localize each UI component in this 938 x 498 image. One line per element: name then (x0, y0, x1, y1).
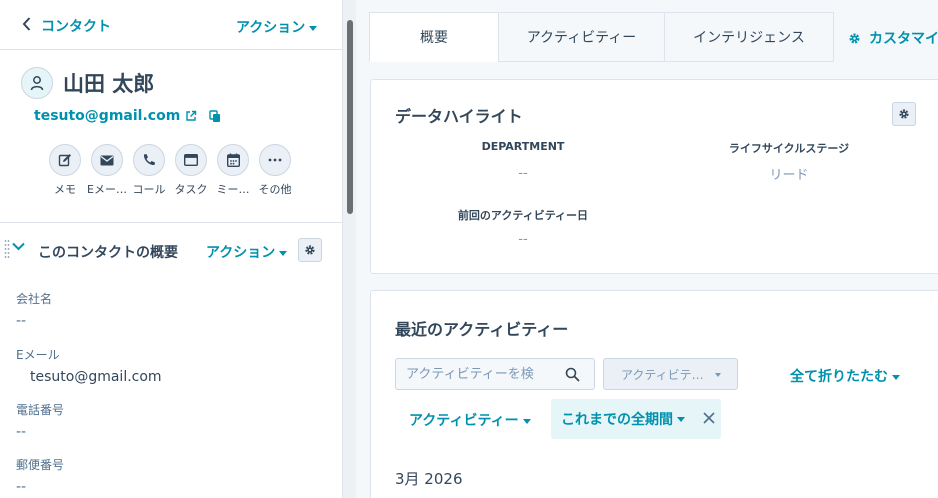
more-icon (268, 158, 282, 162)
chevron-left-icon (22, 17, 31, 35)
property-label: 郵便番号 (16, 458, 65, 472)
action-email-label: Eメー… (87, 183, 127, 196)
highlight-lifecycle-label: ライフサイクルステージ (728, 142, 850, 155)
note-edit-icon (58, 154, 71, 167)
copy-icon[interactable] (209, 109, 221, 123)
activity-search-input[interactable] (406, 365, 556, 383)
timeline-month-label: 3月 2026 (395, 470, 463, 488)
highlight-department-label: DEPARTMENT (481, 140, 565, 153)
customize-label: カスタマイ (869, 31, 938, 47)
phone-icon (143, 154, 155, 166)
property-label: 会社名 (16, 292, 53, 306)
calendar-icon (226, 153, 240, 167)
search-icon[interactable] (565, 367, 580, 382)
action-more-button[interactable]: その他 (254, 144, 296, 197)
action-call-button[interactable]: コール (128, 144, 170, 197)
top-actions-dropdown[interactable]: アクション (236, 17, 318, 37)
quick-actions: メモ Eメー… コール タスク ミー… その他 (44, 144, 296, 197)
activity-type-select[interactable]: アクティビテ… (603, 358, 738, 390)
record-tabs: 概要 アクティビティー インテリジェンス (369, 12, 834, 62)
section-actions-dropdown[interactable]: アクション (206, 242, 288, 262)
contact-sidebar: コンタクト アクション 山田 太郎 tesuto@gmail.com メモ Eメ… (0, 0, 342, 498)
contact-name: 山田 太郎 (63, 72, 155, 96)
action-more-label: その他 (258, 183, 292, 196)
action-meeting-label: ミー… (216, 183, 250, 196)
property-phone[interactable]: 電話番号 -- (16, 401, 64, 440)
external-link-icon[interactable] (185, 110, 197, 122)
caret-down-icon (715, 373, 721, 377)
customize-button[interactable]: カスタマイ (848, 28, 938, 48)
contact-email-link[interactable]: tesuto@gmail.com (34, 108, 180, 124)
sidebar-top-bar: コンタクト アクション (0, 0, 342, 50)
collapse-all-label: 全て折りたたむ (790, 369, 888, 385)
tab-overview[interactable]: 概要 (369, 12, 499, 62)
highlight-last-activity-label: 前回のアクティビティー日 (457, 209, 589, 222)
data-highlights-title: データハイライト (395, 107, 523, 126)
action-task-label: タスク (174, 183, 208, 196)
property-email[interactable]: Eメール tesuto@gmail.com (16, 346, 162, 385)
caret-down-icon (279, 250, 288, 256)
gear-icon (899, 109, 909, 119)
contact-email-row: tesuto@gmail.com (34, 108, 221, 124)
activity-search-box (395, 358, 595, 390)
property-value: tesuto@gmail.com (30, 369, 162, 385)
highlight-lifecycle-value: リード (769, 168, 809, 183)
drag-handle-icon[interactable] (4, 239, 10, 261)
task-icon (184, 154, 198, 166)
property-value: -- (16, 424, 27, 440)
caret-down-icon (677, 416, 685, 422)
action-email-button[interactable]: Eメー… (86, 144, 128, 197)
email-icon (100, 155, 114, 165)
tab-intelligence[interactable]: インテリジェンス (664, 12, 834, 62)
avatar (21, 67, 53, 99)
property-value: -- (16, 313, 27, 329)
close-icon[interactable] (703, 412, 715, 424)
period-filter-label: これまでの全期間 (561, 412, 673, 428)
person-icon (30, 76, 44, 91)
property-company[interactable]: 会社名 -- (16, 290, 52, 329)
section-actions-label: アクション (206, 245, 276, 261)
collapse-all-dropdown[interactable]: 全て折りたたむ (790, 366, 900, 386)
property-postal-code[interactable]: 郵便番号 -- (16, 456, 64, 495)
section-settings-button[interactable] (298, 238, 322, 262)
caret-down-icon (309, 25, 318, 31)
about-section-title[interactable]: このコンタクトの概要 (38, 242, 178, 262)
about-section-header: このコンタクトの概要 アクション (0, 236, 342, 264)
sidebar-divider (0, 222, 342, 223)
activity-type-select-value: アクティビテ… (621, 367, 704, 382)
activity-filter-dropdown[interactable]: アクティビティー (409, 410, 531, 430)
data-highlights-card: データハイライト DEPARTMENT -- ライフサイクルステージ リード 前… (370, 79, 938, 274)
action-call-label: コール (132, 183, 166, 196)
chevron-down-icon[interactable] (12, 242, 25, 251)
action-note-button[interactable]: メモ (44, 144, 86, 197)
property-label: 電話番号 (16, 403, 65, 417)
property-label: Eメール (16, 348, 60, 362)
highlight-department-value: -- (518, 166, 528, 181)
gear-icon (305, 245, 315, 255)
scrollbar-thumb[interactable] (347, 20, 353, 214)
back-to-contacts-link[interactable]: コンタクト (22, 16, 111, 36)
tab-activity[interactable]: アクティビティー (498, 12, 665, 62)
back-link-label: コンタクト (41, 19, 111, 35)
period-filter-pill[interactable]: これまでの全期間 (551, 399, 721, 439)
property-value: -- (16, 479, 27, 495)
action-meeting-button[interactable]: ミー… (212, 144, 254, 197)
caret-down-icon (892, 374, 900, 380)
action-note-label: メモ (54, 183, 76, 196)
recent-activities-title: 最近のアクティビティー (395, 320, 569, 339)
highlight-last-activity-value: -- (518, 232, 528, 247)
action-task-button[interactable]: タスク (170, 144, 212, 197)
highlights-settings-button[interactable] (892, 102, 916, 126)
sidebar-scrollbar[interactable] (342, 0, 356, 498)
caret-down-icon (522, 418, 531, 424)
top-actions-label: アクション (236, 20, 306, 36)
activity-filter-label: アクティビティー (409, 413, 519, 429)
recent-activities-card: 最近のアクティビティー アクティビテ… 全て折りたたむ アクティビティー これま… (370, 290, 938, 498)
gear-icon (849, 33, 860, 43)
